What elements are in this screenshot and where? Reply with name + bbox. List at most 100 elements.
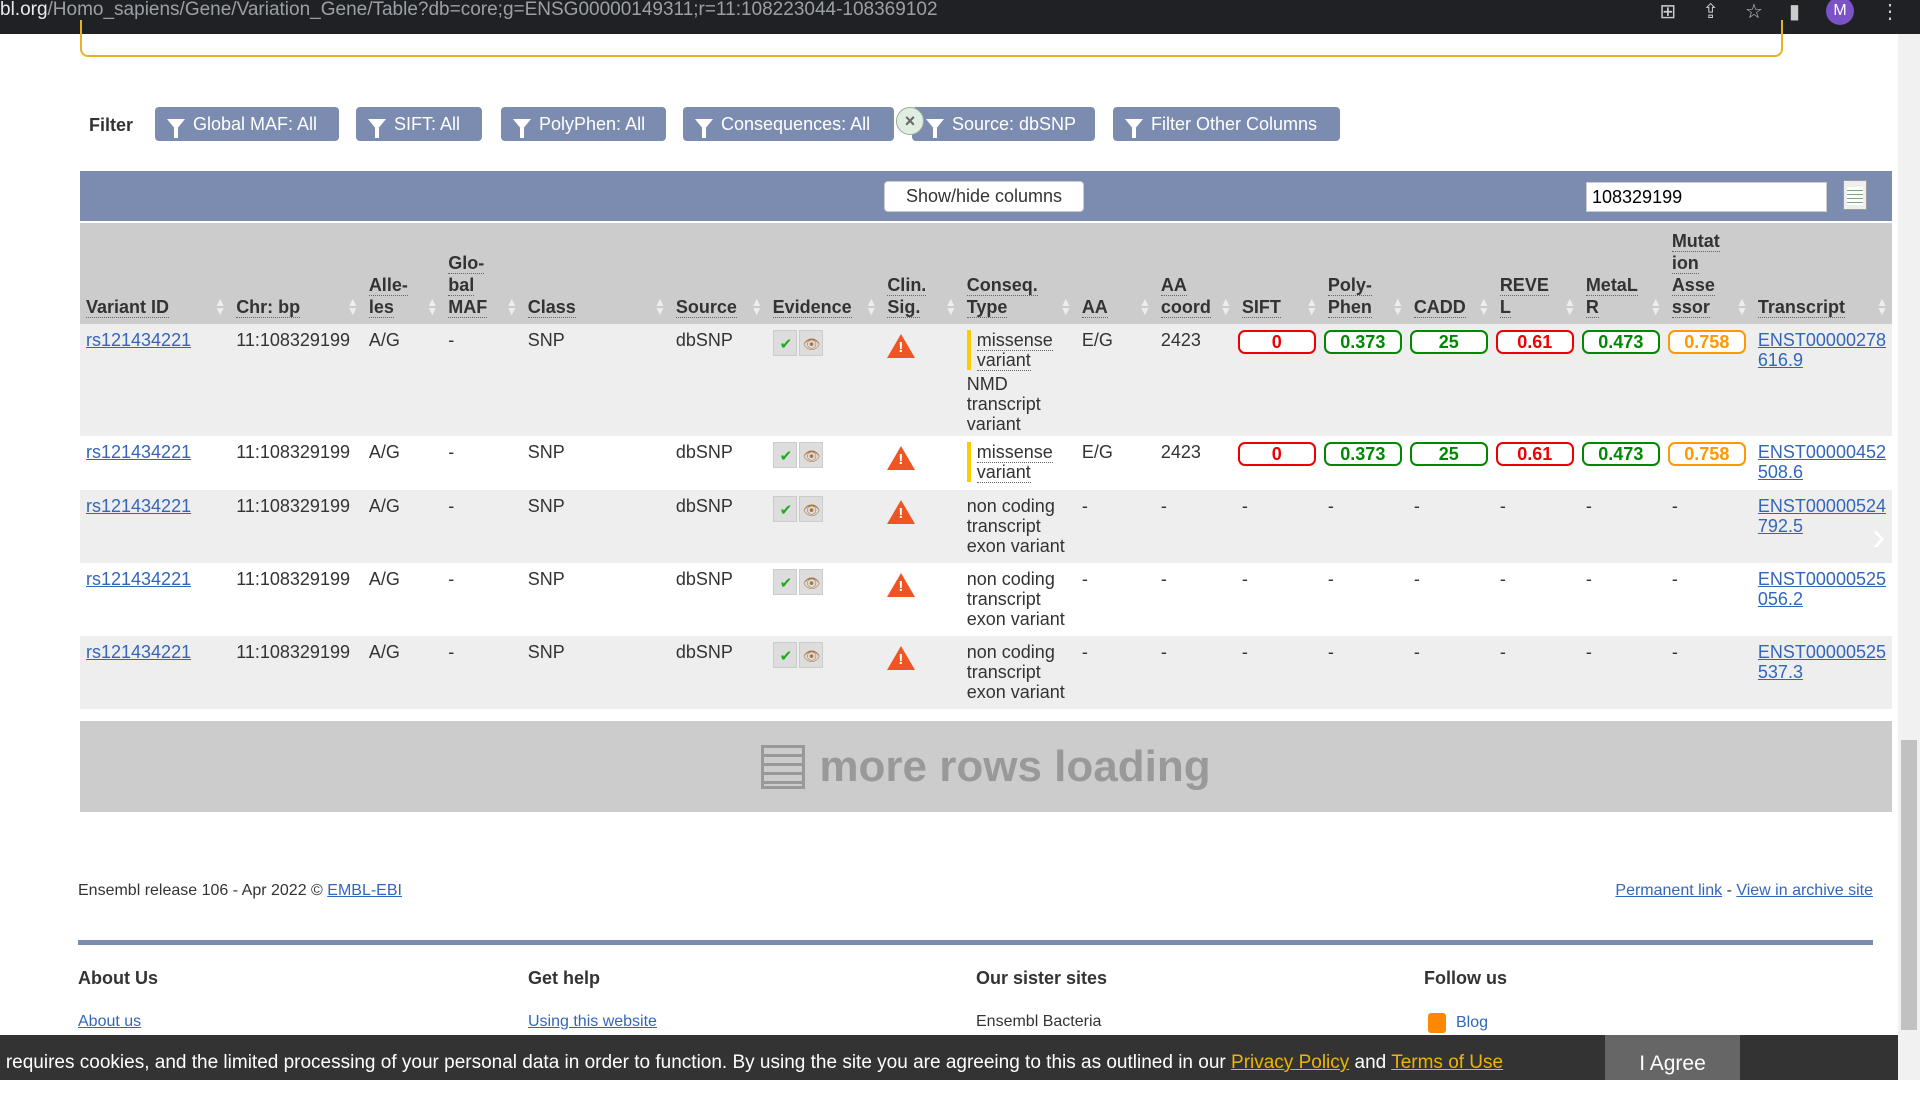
column-header[interactable]: Glo-bal MAF ▲ ▼: [442, 223, 522, 324]
archive-link[interactable]: View in archive site: [1736, 882, 1873, 899]
sort-icon[interactable]: ▲ ▼: [654, 296, 666, 317]
column-header[interactable]: CADD ▲ ▼: [1407, 223, 1494, 324]
filter-other-columns-button[interactable]: Filter Other Columns: [1113, 107, 1340, 141]
evidence-frequency-icon[interactable]: [798, 442, 823, 468]
agree-button[interactable]: I Agree: [1605, 1035, 1740, 1080]
variant-id-link[interactable]: rs121434221: [86, 569, 191, 589]
transcript-link[interactable]: ENST00000452 508.6: [1758, 442, 1886, 482]
source-cell: dbSNP: [669, 490, 767, 563]
sort-icon[interactable]: ▲ ▼: [347, 296, 359, 317]
sort-icon[interactable]: ▲ ▼: [214, 296, 226, 317]
filter-source-button[interactable]: Source: dbSNP: [912, 107, 1095, 141]
sort-icon[interactable]: ▲ ▼: [1392, 296, 1404, 317]
column-header[interactable]: Mutat ion Asse ssor ▲ ▼: [1665, 223, 1752, 324]
permanent-link[interactable]: Permanent link: [1615, 882, 1722, 899]
evidence-cited-icon[interactable]: [772, 442, 797, 468]
sort-icon[interactable]: ▲ ▼: [1139, 296, 1151, 317]
variant-id-link[interactable]: rs121434221: [86, 442, 191, 462]
evidence-cited-icon[interactable]: [772, 330, 797, 356]
column-header[interactable]: Source ▲ ▼: [669, 223, 767, 324]
funnel-icon: [167, 118, 185, 138]
column-header[interactable]: AA ▲ ▼: [1075, 223, 1155, 324]
sort-icon[interactable]: ▲ ▼: [506, 296, 518, 317]
filter-consequences-button[interactable]: Consequences: All: [683, 107, 894, 141]
alleles-cell: A/G: [362, 636, 443, 709]
column-header[interactable]: Poly- Phen ▲ ▼: [1321, 223, 1408, 324]
profile-avatar[interactable]: M: [1826, 0, 1854, 25]
pathogenic-warning-icon[interactable]: [887, 646, 916, 670]
column-header[interactable]: Variant ID ▲ ▼: [80, 223, 231, 324]
variant-id-cell: rs121434221: [80, 490, 231, 563]
sort-icon[interactable]: ▲ ▼: [751, 296, 763, 317]
terms-of-use-link[interactable]: Terms of Use: [1391, 1052, 1503, 1073]
transcript-link[interactable]: ENST00000525 056.2: [1758, 569, 1886, 609]
column-header[interactable]: Clin. Sig. ▲ ▼: [881, 223, 961, 324]
variant-id-link[interactable]: rs121434221: [86, 642, 191, 662]
using-website-link[interactable]: Using this website: [528, 1013, 657, 1031]
chr-bp-cell: 11:108329199: [230, 490, 363, 563]
column-header[interactable]: MetaL R ▲ ▼: [1579, 223, 1666, 324]
sort-icon[interactable]: ▲ ▼: [1876, 296, 1888, 317]
column-header[interactable]: SIFT ▲ ▼: [1235, 223, 1322, 324]
sort-icon[interactable]: ▲ ▼: [1564, 296, 1576, 317]
sort-icon[interactable]: ▲ ▼: [945, 296, 957, 317]
evidence-frequency-icon[interactable]: [798, 330, 823, 356]
menu-icon[interactable]: ⋮: [1880, 0, 1900, 24]
sidebar-icon[interactable]: ▮: [1789, 0, 1800, 24]
transcript-link[interactable]: ENST00000278 616.9: [1758, 330, 1886, 370]
sort-icon[interactable]: ▲ ▼: [865, 296, 877, 317]
sort-icon[interactable]: ▲ ▼: [1306, 296, 1318, 317]
scrollbar-thumb[interactable]: [1901, 740, 1917, 1030]
blog-link[interactable]: Blog: [1428, 1013, 1488, 1033]
pathogenic-warning-icon[interactable]: [887, 446, 916, 470]
column-header[interactable]: Transcript ▲ ▼: [1751, 223, 1892, 324]
evidence-frequency-icon[interactable]: [798, 642, 823, 668]
sort-icon[interactable]: ▲ ▼: [1220, 296, 1232, 317]
evidence-cited-icon[interactable]: [772, 496, 797, 522]
evidence-frequency-icon[interactable]: [798, 569, 823, 595]
column-header[interactable]: Conseq. Type ▲ ▼: [960, 223, 1076, 324]
transcript-link[interactable]: ENST00000524 792.5: [1758, 496, 1886, 536]
pathogenic-warning-icon[interactable]: [887, 500, 916, 524]
column-header[interactable]: Evidence ▲ ▼: [766, 223, 882, 324]
sort-icon[interactable]: ▲ ▼: [1060, 296, 1072, 317]
evidence-frequency-icon[interactable]: [798, 496, 823, 522]
sort-icon[interactable]: ▲ ▼: [426, 296, 438, 317]
class-cell: SNP: [521, 563, 670, 636]
sort-icon[interactable]: ▲ ▼: [1478, 296, 1490, 317]
table-search-input[interactable]: [1586, 182, 1827, 212]
column-header[interactable]: Alle-les ▲ ▼: [362, 223, 443, 324]
pathogenic-warning-icon[interactable]: [887, 573, 916, 597]
embl-ebi-link[interactable]: EMBL-EBI: [327, 882, 402, 899]
transcript-cell: ENST00000524 792.5: [1751, 490, 1892, 563]
ensembl-bacteria-link[interactable]: Ensembl Bacteria: [976, 1013, 1101, 1031]
ma-cell: -: [1665, 636, 1752, 709]
evidence-cell: [766, 324, 882, 436]
sort-icon[interactable]: ▲ ▼: [1736, 296, 1748, 317]
column-header[interactable]: Chr: bp ▲ ▼: [230, 223, 363, 324]
transcript-link[interactable]: ENST00000525 537.3: [1758, 642, 1886, 682]
privacy-policy-link[interactable]: Privacy Policy: [1231, 1052, 1349, 1073]
polyphen-cell: -: [1321, 490, 1408, 563]
show-hide-columns-button[interactable]: Show/hide columns: [884, 181, 1084, 212]
alleles-cell: A/G: [362, 490, 443, 563]
column-header[interactable]: AA coord ▲ ▼: [1154, 223, 1236, 324]
export-excel-icon[interactable]: [1843, 180, 1867, 210]
variant-id-link[interactable]: rs121434221: [86, 330, 191, 350]
sort-icon[interactable]: ▲ ▼: [1650, 296, 1662, 317]
consequence-cell: non coding transcript exon variant: [960, 563, 1076, 636]
filter-global-maf-button[interactable]: Global MAF: All: [155, 107, 339, 141]
next-arrow-icon[interactable]: ›: [1872, 515, 1885, 560]
column-header[interactable]: REVE L ▲ ▼: [1493, 223, 1580, 324]
variant-id-link[interactable]: rs121434221: [86, 496, 191, 516]
about-us-link[interactable]: About us: [78, 1013, 141, 1031]
pathogenic-warning-icon[interactable]: [887, 334, 916, 358]
filter-polyphen-button[interactable]: PolyPhen: All: [501, 107, 666, 141]
filter-sift-button[interactable]: SIFT: All: [356, 107, 482, 141]
evidence-cited-icon[interactable]: [772, 569, 797, 595]
evidence-cited-icon[interactable]: [772, 642, 797, 668]
clear-source-filter-icon[interactable]: ×: [896, 107, 924, 135]
clin-sig-cell: [881, 436, 961, 490]
column-header[interactable]: Class ▲ ▼: [521, 223, 670, 324]
consequence-cell: non coding transcript exon variant: [960, 636, 1076, 709]
